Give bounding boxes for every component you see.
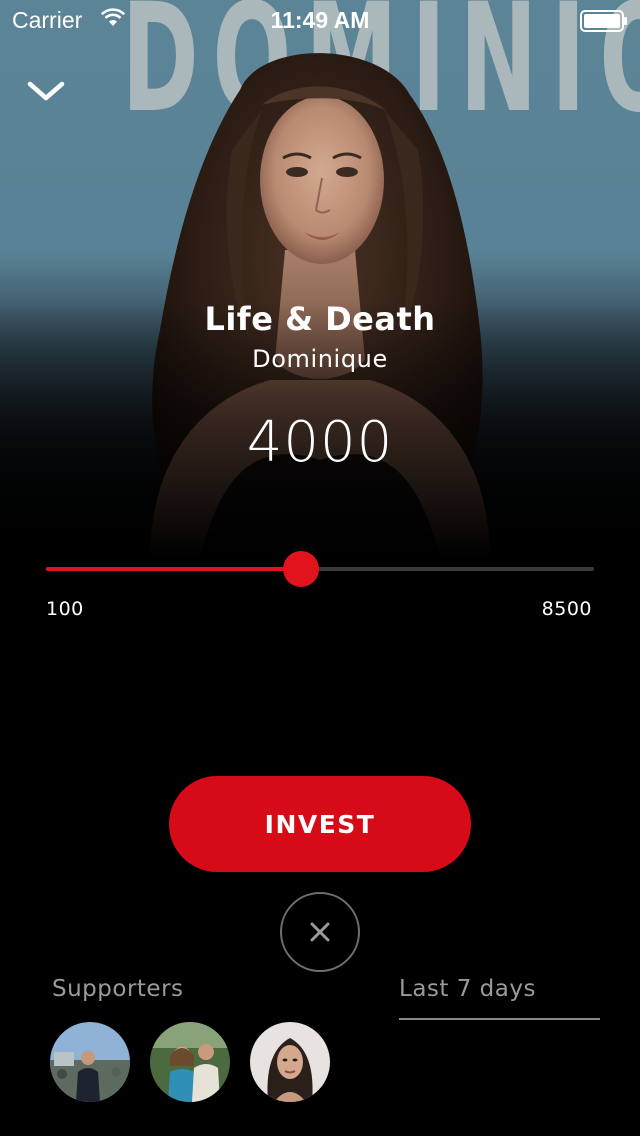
supporter-photo	[50, 1022, 130, 1102]
slider-min-label: 100	[46, 598, 84, 620]
slider-thumb[interactable]	[282, 551, 319, 587]
slider-fill	[46, 567, 301, 571]
investment-amount: 4000	[246, 410, 394, 475]
artist-name: Dominique	[252, 345, 388, 373]
collapse-button[interactable]	[24, 74, 68, 110]
period-label: Last 7 days	[399, 976, 536, 1002]
status-bar: Carrier 11:49 AM	[0, 0, 640, 40]
supporter-photo	[150, 1022, 230, 1102]
slider-max-label: 8500	[541, 598, 592, 620]
investment-slider[interactable]	[46, 548, 594, 590]
supporters-label: Supporters	[52, 976, 184, 1002]
supporter-avatar[interactable]	[150, 1022, 230, 1102]
song-title: Life & Death	[204, 300, 436, 338]
close-icon	[310, 922, 330, 942]
period-selector[interactable]: Last 7 days	[399, 976, 600, 1020]
supporter-avatar[interactable]	[50, 1022, 130, 1102]
invest-screen: DOMINIQUE	[0, 0, 640, 1136]
supporter-photo	[250, 1022, 330, 1102]
close-button[interactable]	[280, 892, 360, 972]
battery-icon	[580, 10, 627, 32]
supporter-avatar[interactable]	[250, 1022, 330, 1102]
album-artwork: DOMINIQUE	[0, 0, 640, 560]
clock-label: 11:49 AM	[270, 7, 370, 33]
chevron-down-icon	[27, 81, 65, 101]
invest-button[interactable]: INVEST	[169, 776, 471, 872]
